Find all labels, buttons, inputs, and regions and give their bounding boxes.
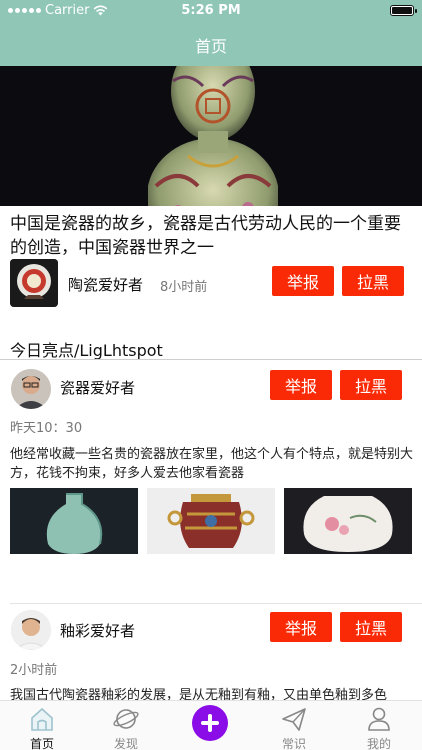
block-button[interactable]: 拉黑 (340, 370, 402, 400)
report-button[interactable]: 举报 (272, 266, 334, 296)
user-icon (368, 707, 390, 731)
hero-author-name[interactable]: 陶瓷爱好者 (68, 274, 143, 295)
author-thumbnail[interactable] (10, 259, 58, 307)
planet-icon (113, 709, 139, 729)
post-text[interactable]: 我国古代陶瓷器釉彩的发展，是从无釉到有釉，又由单色釉到多色 (10, 686, 414, 700)
tab-knowledge-label: 常识 (281, 737, 306, 750)
tab-mine[interactable]: 我的 (349, 701, 409, 750)
post-author[interactable]: 釉彩爱好者 (60, 620, 135, 641)
tab-discover-label: 发现 (113, 737, 138, 750)
tab-knowledge[interactable]: 常识 (264, 701, 324, 750)
post-image[interactable] (147, 488, 275, 554)
post-time: 2小时前 (10, 663, 58, 678)
block-button[interactable]: 拉黑 (342, 266, 404, 296)
navigation-bar: Carrier 5:26 PM 首页 (0, 0, 422, 66)
hero-banner[interactable] (0, 66, 422, 206)
post-time: 昨天10：30 (10, 421, 83, 436)
tab-discover[interactable]: 发现 (96, 701, 156, 750)
avatar[interactable] (11, 369, 51, 409)
porcelain-vase-image (148, 66, 278, 206)
post-author[interactable]: 瓷器爱好者 (60, 377, 135, 398)
post-image[interactable] (10, 488, 138, 554)
add-post-button[interactable] (192, 705, 228, 741)
report-button[interactable]: 举报 (270, 612, 332, 642)
tab-home[interactable]: 首页 (12, 701, 72, 750)
section-title: 今日亮点/LigLhtspot (10, 341, 163, 360)
block-button[interactable]: 拉黑 (340, 612, 402, 642)
battery-icon (390, 5, 417, 16)
tab-home-label: 首页 (29, 737, 54, 750)
post-text[interactable]: 他经常收藏一些名贵的瓷器放在家里，他这个人有个特点，就是特别大方，花钱不拘束，好… (10, 445, 414, 483)
plate-image (10, 259, 58, 307)
divider (0, 359, 422, 360)
status-bar: Carrier 5:26 PM (0, 0, 422, 22)
divider (10, 603, 422, 604)
home-icon (31, 707, 53, 731)
tab-mine-label: 我的 (366, 737, 391, 750)
post-image[interactable] (284, 488, 412, 554)
paper-plane-icon (282, 708, 306, 731)
status-time: 5:26 PM (181, 3, 241, 18)
report-button[interactable]: 举报 (270, 370, 332, 400)
page-title: 首页 (194, 37, 227, 56)
hero-caption[interactable]: 中国是瓷器的故乡，瓷器是古代劳动人民的一个重要的创造，中国瓷器世界之一 (10, 212, 414, 260)
avatar[interactable] (11, 610, 51, 650)
hero-time: 8小时前 (160, 280, 208, 295)
